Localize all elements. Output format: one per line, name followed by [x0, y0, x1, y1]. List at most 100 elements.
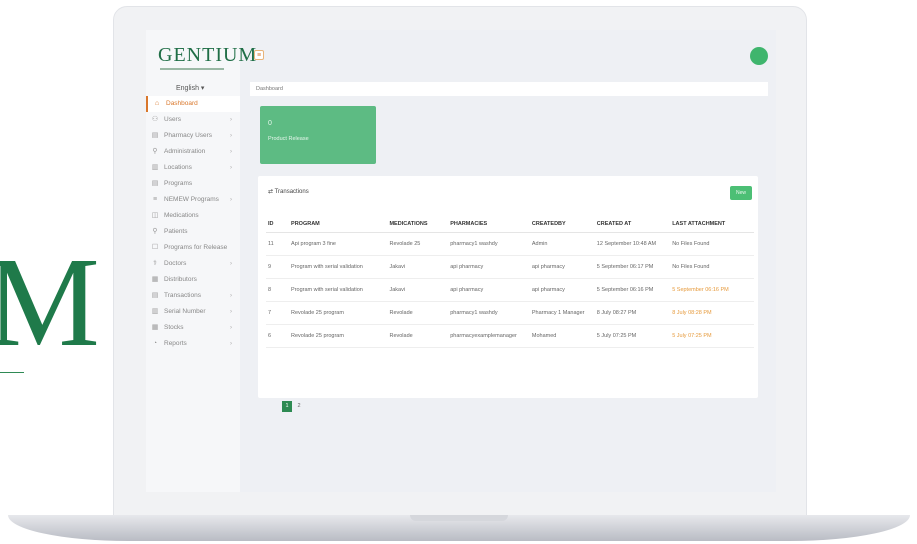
- table-cell: No Files Found: [670, 232, 754, 256]
- menu-toggle-icon[interactable]: ≡: [254, 50, 264, 60]
- doctor-icon: ⚕: [153, 260, 157, 267]
- sidebar-item-serial-number[interactable]: ▥ Serial Number ›: [146, 304, 240, 320]
- home-icon: ⌂: [154, 100, 160, 107]
- sidebar-item-administration[interactable]: ⚲ Administration ›: [146, 144, 240, 160]
- table-header-row: ID PROGRAM MEDICATIONS PHARMACIES CREATEDBY C…: [266, 216, 754, 233]
- product-release-count: 0: [268, 120, 272, 127]
- patient-icon: ⚲: [152, 228, 158, 235]
- admin-icon: ⚲: [152, 148, 158, 155]
- language-selector[interactable]: English ▾: [176, 84, 204, 92]
- table-cell: Mohamed: [529, 324, 595, 348]
- table-cell: 6: [266, 324, 290, 348]
- table-body: 11 Api program 3 fine Revolade 25 pharmacy1…: [266, 232, 754, 348]
- pagination: 12: [282, 394, 306, 412]
- chevron-right-icon: ›: [230, 117, 232, 123]
- page-button[interactable]: 1: [282, 401, 292, 412]
- table-cell: pharmacy1 washdy: [448, 301, 530, 325]
- transactions-card: ⇄ Transactions New ID PROGRAM MEDICATIONS P…: [258, 176, 758, 412]
- table-cell: Revolade: [387, 324, 449, 348]
- decorative-rule: [0, 372, 24, 373]
- sidebar-item-locations[interactable]: ▥ Locations ›: [146, 160, 240, 176]
- table-cell: No Files Found: [670, 255, 754, 279]
- table-cell: Revolade 25: [387, 232, 449, 256]
- product-release-label: Product Release: [268, 136, 309, 142]
- app-logo[interactable]: GENTIUM: [158, 44, 256, 67]
- sidebar-item-label: Patients: [164, 228, 188, 235]
- column-header[interactable]: LAST ATTACHMENT: [670, 216, 754, 233]
- chevron-right-icon: ›: [230, 341, 232, 347]
- reports-icon: ◔: [152, 340, 158, 347]
- sidebar-item-doctors[interactable]: ⚕ Doctors ›: [146, 256, 240, 272]
- clipboard-icon: ▤: [151, 132, 159, 139]
- column-header[interactable]: ID: [266, 216, 290, 233]
- transactions-table: ID PROGRAM MEDICATIONS PHARMACIES CREATEDBY C…: [266, 216, 754, 348]
- logo-underline: [160, 68, 224, 70]
- stocks-icon: ▦: [151, 324, 159, 331]
- medication-icon: ◫: [151, 212, 159, 219]
- sidebar-item-label: Programs: [164, 180, 193, 187]
- table-cell: api pharmacy: [529, 278, 595, 302]
- sidebar-item-label: Users: [164, 116, 181, 123]
- laptop-notch: [410, 515, 508, 521]
- sidebar-item-label: Pharmacy Users: [164, 132, 213, 139]
- sidebar-item-stocks[interactable]: ▦ Stocks ›: [146, 320, 240, 336]
- sidebar-item-nemew-programs[interactable]: ≡ NEMEW Programs ›: [146, 192, 240, 208]
- table-cell: 8: [266, 278, 290, 302]
- sidebar-item-label: Distributors: [164, 276, 197, 283]
- chevron-right-icon: ›: [230, 293, 232, 299]
- list-icon: ≡: [152, 196, 158, 203]
- table-cell: Jakavi: [387, 278, 449, 302]
- table-row[interactable]: 9 Program with serial validation Jakavi api…: [266, 255, 754, 279]
- sidebar-item-reports[interactable]: ◔ Reports ›: [146, 336, 240, 352]
- sidebar-item-programs-for-release[interactable]: ☐ Programs for Release: [146, 240, 240, 256]
- table-cell: Revolade 25 program: [289, 324, 388, 348]
- table-cell: Revolade: [387, 301, 449, 325]
- column-header[interactable]: MEDICATIONS: [387, 216, 449, 233]
- table-cell: 5 September 06:16 PM: [594, 278, 671, 302]
- table-cell: 5 September 06:16 PM: [670, 278, 754, 302]
- table-row[interactable]: 8 Program with serial validation Jakavi api…: [266, 278, 754, 302]
- user-icon: ⚇: [151, 116, 159, 123]
- chevron-right-icon: ›: [230, 261, 232, 267]
- column-header[interactable]: PHARMACIES: [448, 216, 530, 233]
- sidebar-item-label: Transactions: [164, 292, 201, 299]
- sidebar-item-pharmacy-users[interactable]: ▤ Pharmacy Users ›: [146, 128, 240, 144]
- column-header[interactable]: CREATEDBY: [529, 216, 595, 233]
- sidebar-item-label: Dashboard: [166, 100, 198, 107]
- table-cell: api pharmacy: [448, 278, 530, 302]
- table-cell: Program with serial validation: [289, 278, 388, 302]
- table-cell: 5 July 07:25 PM: [670, 324, 754, 348]
- column-header[interactable]: PROGRAM: [289, 216, 388, 233]
- decorative-letter: M: [0, 231, 100, 373]
- chevron-right-icon: ›: [230, 197, 232, 203]
- sidebar-item-users[interactable]: ⚇ Users ›: [146, 112, 240, 128]
- sidebar-item-distributors[interactable]: ▦ Distributors: [146, 272, 240, 288]
- user-avatar[interactable]: [750, 47, 768, 65]
- chevron-right-icon: ›: [230, 309, 232, 315]
- table-row[interactable]: 7 Revolade 25 program Revolade pharmacy1 wa…: [266, 301, 754, 325]
- new-transaction-button[interactable]: New: [730, 186, 752, 200]
- sidebar-item-programs[interactable]: ▤ Programs: [146, 176, 240, 192]
- page-button[interactable]: 2: [294, 401, 304, 412]
- table-row[interactable]: 11 Api program 3 fine Revolade 25 pharmacy1…: [266, 232, 754, 256]
- product-release-card[interactable]: 0 Product Release: [260, 106, 376, 164]
- sidebar-item-label: Medications: [164, 212, 199, 219]
- table-cell: 12 September 10:48 AM: [594, 232, 671, 256]
- transactions-icon: ▤: [151, 292, 159, 299]
- table-row[interactable]: 6 Revolade 25 program Revolade pharmacyexam…: [266, 324, 754, 348]
- sidebar-item-transactions[interactable]: ▤ Transactions ›: [146, 288, 240, 304]
- location-icon: ▥: [151, 164, 159, 171]
- sidebar-item-dashboard[interactable]: ⌂ Dashboard: [146, 96, 240, 112]
- sidebar-item-patients[interactable]: ⚲ Patients: [146, 224, 240, 240]
- table-cell: Program with serial validation: [289, 255, 388, 279]
- sidebar-item-label: Reports: [164, 340, 187, 347]
- table-cell: 9: [266, 255, 290, 279]
- sidebar-item-label: Serial Number: [164, 308, 206, 315]
- column-header[interactable]: CREATED AT: [594, 216, 671, 233]
- table-cell: 5 July 07:25 PM: [594, 324, 671, 348]
- app-screen: GENTIUM English ▾ ⌂ Dashboard ⚇ Users › ▤ Phar…: [146, 30, 776, 492]
- sidebar-item-label: Stocks: [164, 324, 184, 331]
- breadcrumb: Dashboard: [250, 82, 768, 96]
- sidebar-item-medications[interactable]: ◫ Medications: [146, 208, 240, 224]
- table-cell: Revolade 25 program: [289, 301, 388, 325]
